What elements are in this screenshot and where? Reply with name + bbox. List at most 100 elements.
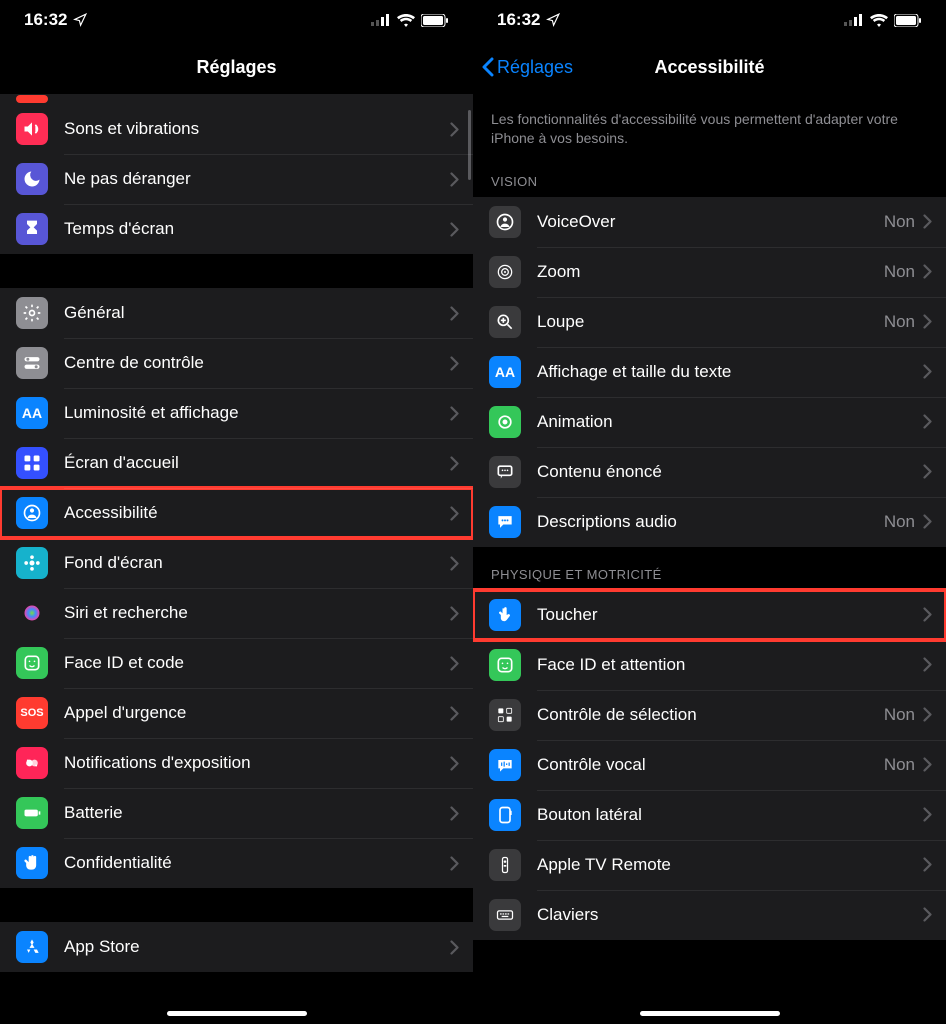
chevron-right-icon [923, 464, 932, 479]
row-accessibilite[interactable]: Accessibilité [0, 488, 473, 538]
row-value: Non [884, 262, 915, 282]
row-value: Non [884, 755, 915, 775]
wifi-icon [870, 14, 888, 27]
face-icon [16, 647, 48, 679]
notifications-icon [16, 95, 48, 103]
row-label: Loupe [537, 312, 884, 332]
row-ecran-accueil[interactable]: Écran d'accueil [0, 438, 473, 488]
chevron-right-icon [450, 856, 459, 871]
row-label: Contrôle de sélection [537, 705, 884, 725]
status-bar: 16:32 [473, 0, 946, 40]
chevron-right-icon [923, 857, 932, 872]
row-centre[interactable]: Centre de contrôle [0, 338, 473, 388]
voice-icon [489, 749, 521, 781]
hand-icon [16, 847, 48, 879]
back-button[interactable]: Réglages [481, 57, 573, 78]
row-value: Non [884, 705, 915, 725]
settings-group: VoiceOver Non Zoom Non Loupe Non AA Affi… [473, 197, 946, 547]
row-label: VoiceOver [537, 212, 884, 232]
row-loupe[interactable]: Loupe Non [473, 297, 946, 347]
home-indicator[interactable] [640, 1011, 780, 1016]
row-temps[interactable]: Temps d'écran [0, 204, 473, 254]
row-label: Sons et vibrations [64, 119, 450, 139]
location-icon [73, 13, 87, 27]
AA-icon: AA [16, 397, 48, 429]
settings-group: Toucher Face ID et attention Contrôle de… [473, 590, 946, 940]
row-controle-vocal[interactable]: Contrôle vocal Non [473, 740, 946, 790]
settings-group: Général Centre de contrôle AA Luminosité… [0, 288, 473, 888]
row-label: Face ID et code [64, 653, 450, 673]
keyboard-icon [489, 899, 521, 931]
battery-icon [16, 797, 48, 829]
chevron-right-icon [450, 122, 459, 137]
row-sons[interactable]: Sons et vibrations [0, 104, 473, 154]
bubble-icon [489, 506, 521, 538]
chevron-right-icon [450, 222, 459, 237]
row-conf[interactable]: Confidentialité [0, 838, 473, 888]
row-siri[interactable]: Siri et recherche [0, 588, 473, 638]
row-desc-audio[interactable]: Descriptions audio Non [473, 497, 946, 547]
row-batterie[interactable]: Batterie [0, 788, 473, 838]
row-controle-selection[interactable]: Contrôle de sélection Non [473, 690, 946, 740]
status-bar: 16:32 [0, 0, 473, 40]
toggles-icon [16, 347, 48, 379]
status-right [844, 14, 922, 27]
settings-group: Sons et vibrations Ne pas déranger Temps… [0, 104, 473, 254]
row-urgence[interactable]: SOS Appel d'urgence [0, 688, 473, 738]
row-label: Général [64, 303, 450, 323]
home-indicator[interactable] [167, 1011, 307, 1016]
row-contenu-enonce[interactable]: Contenu énoncé [473, 447, 946, 497]
row-animation[interactable]: Animation [473, 397, 946, 447]
row-label: Batterie [64, 803, 450, 823]
chevron-right-icon [923, 657, 932, 672]
phone-right-accessibility: 16:32 Réglages Accessibilité Les fonctio… [473, 0, 946, 1024]
row-zoom[interactable]: Zoom Non [473, 247, 946, 297]
row-faceid[interactable]: Face ID et code [0, 638, 473, 688]
chevron-right-icon [923, 364, 932, 379]
row-voiceover[interactable]: VoiceOver Non [473, 197, 946, 247]
remote-icon [489, 849, 521, 881]
row-label: Temps d'écran [64, 219, 450, 239]
row-luminosite[interactable]: AA Luminosité et affichage [0, 388, 473, 438]
row-label: Ne pas déranger [64, 169, 450, 189]
row-bouton-lateral[interactable]: Bouton latéral [473, 790, 946, 840]
section-heading: VISION [473, 154, 946, 197]
nav-header-right: Réglages Accessibilité [473, 40, 946, 94]
row-label: Bouton latéral [537, 805, 923, 825]
row-partial-top[interactable] [0, 94, 473, 104]
row-label: Contrôle vocal [537, 755, 884, 775]
row-general[interactable]: Général [0, 288, 473, 338]
chevron-right-icon [450, 172, 459, 187]
row-fond[interactable]: Fond d'écran [0, 538, 473, 588]
row-appstore[interactable]: App Store [0, 922, 473, 972]
tap-icon [489, 599, 521, 631]
chevron-right-icon [450, 306, 459, 321]
back-label: Réglages [497, 57, 573, 78]
row-npd[interactable]: Ne pas déranger [0, 154, 473, 204]
row-label: Zoom [537, 262, 884, 282]
chevron-right-icon [923, 264, 932, 279]
motion-icon [489, 406, 521, 438]
SOS-icon: SOS [16, 697, 48, 729]
row-faceid-att[interactable]: Face ID et attention [473, 640, 946, 690]
row-label: Fond d'écran [64, 553, 450, 573]
row-label: Descriptions audio [537, 512, 884, 532]
row-affichage[interactable]: AA Affichage et taille du texte [473, 347, 946, 397]
chevron-right-icon [923, 707, 932, 722]
row-notif-expo[interactable]: Notifications d'exposition [0, 738, 473, 788]
row-toucher[interactable]: Toucher [473, 590, 946, 640]
chevron-right-icon [923, 314, 932, 329]
chevron-right-icon [450, 940, 459, 955]
row-label: Centre de contrôle [64, 353, 450, 373]
chevron-right-icon [450, 606, 459, 621]
row-claviers[interactable]: Claviers [473, 890, 946, 940]
chevron-right-icon [450, 356, 459, 371]
status-time: 16:32 [497, 10, 540, 30]
chevron-right-icon [450, 456, 459, 471]
section-heading: PHYSIQUE ET MOTRICITÉ [473, 547, 946, 590]
row-label: Notifications d'exposition [64, 753, 450, 773]
row-atv-remote[interactable]: Apple TV Remote [473, 840, 946, 890]
face-icon [489, 649, 521, 681]
settings-group: App Store [0, 922, 473, 972]
expo-icon [16, 747, 48, 779]
